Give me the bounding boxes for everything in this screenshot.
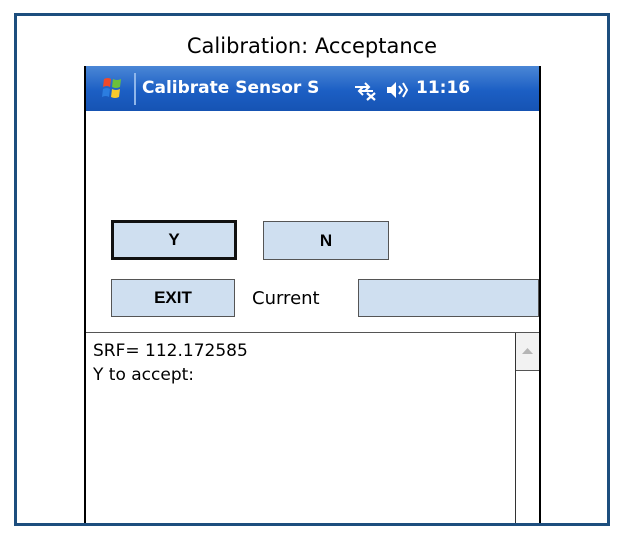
windows-start-icon[interactable]: [98, 76, 126, 100]
output-line: SRF= 112.172585: [93, 341, 248, 361]
figure-caption: Calibration: Acceptance: [186, 34, 438, 58]
title-separator: [134, 73, 136, 105]
vertical-scrollbar[interactable]: [515, 333, 539, 523]
window-title: Calibrate Sensor S: [142, 78, 320, 98]
figure-frame: Calibration: Acceptance Calibrate Sensor…: [14, 13, 610, 526]
output-textarea[interactable]: SRF= 112.172585 Y to accept:: [86, 332, 539, 523]
device-screen: Calibrate Sensor S 11:16 Y N EXIT Curren…: [84, 66, 541, 523]
connectivity-icon[interactable]: [352, 79, 378, 101]
clock-time[interactable]: 11:16: [416, 78, 470, 98]
current-field[interactable]: [358, 279, 539, 317]
current-label: Current: [252, 288, 320, 309]
output-line: Y to accept:: [93, 365, 195, 385]
no-button[interactable]: N: [263, 221, 389, 260]
title-bar: Calibrate Sensor S 11:16: [86, 66, 539, 111]
exit-button[interactable]: EXIT: [111, 279, 235, 317]
yes-button[interactable]: Y: [111, 220, 237, 260]
volume-icon[interactable]: [385, 80, 409, 100]
scroll-up-arrow-icon[interactable]: [516, 333, 539, 371]
